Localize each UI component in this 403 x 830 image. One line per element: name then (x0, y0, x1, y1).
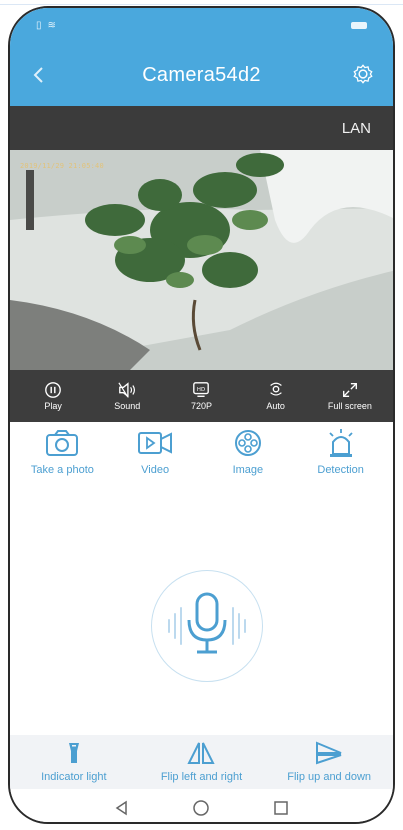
flip-up-down-label: Flip up and down (287, 771, 372, 783)
indicator-light-button[interactable]: Indicator light (14, 741, 134, 783)
nav-recents-button[interactable] (266, 793, 296, 823)
auto-button[interactable]: Auto (241, 381, 311, 411)
flip-left-right-button[interactable]: Flip left and right (141, 741, 261, 783)
back-button[interactable] (24, 60, 54, 90)
fullscreen-button[interactable]: Full screen (315, 381, 385, 411)
indicator-light-label: Indicator light (41, 771, 107, 783)
bottom-tools: Indicator light Flip left and right Flip… (10, 735, 393, 789)
app-header-area: ▯ ≋ Camera54d2 (10, 8, 393, 106)
connection-bar: LAN (10, 106, 393, 150)
header: Camera54d2 (10, 52, 393, 98)
resolution-label: 720P (190, 401, 212, 411)
microphone-icon (168, 592, 246, 654)
flip-horizontal-icon (187, 742, 216, 764)
nav-back-button[interactable] (107, 793, 137, 823)
auto-mode-icon (269, 382, 282, 396)
svg-text:HD: HD (197, 387, 205, 393)
flashlight-icon (68, 743, 79, 763)
connection-label: LAN (341, 119, 371, 137)
top-edge-line (0, 4, 403, 5)
video-timestamp: 2019/11/29 21:05:40 (20, 162, 104, 170)
settings-button[interactable] (347, 58, 379, 90)
status-bar: ▯ ≋ (10, 8, 393, 42)
video-frame-image (10, 150, 393, 370)
status-left: ▯ ≋ (36, 20, 56, 31)
battery-icon (351, 21, 367, 29)
speaker-muted-icon (118, 382, 136, 398)
sound-label: Sound (114, 401, 141, 411)
expand-icon (342, 383, 357, 397)
image-button[interactable]: Image (206, 428, 290, 498)
chevron-left-icon (33, 67, 43, 83)
status-right (351, 21, 367, 29)
wifi-icon: ≋ (47, 19, 56, 31)
flip-vertical-icon (316, 741, 342, 765)
alarm-light-icon (328, 429, 353, 457)
gear-icon (353, 64, 373, 84)
flip-left-right-label: Flip left and right (160, 771, 243, 783)
triangle-back-icon (115, 800, 127, 815)
detection-button[interactable]: Detection (299, 428, 383, 498)
page-title: Camera54d2 (142, 63, 261, 86)
nav-home-button[interactable] (186, 793, 216, 823)
camera-icon (46, 430, 79, 456)
fullscreen-label: Full screen (327, 401, 372, 411)
take-photo-label: Take a photo (30, 464, 94, 476)
camera-video-feed[interactable]: 2019/11/29 21:05:40 (10, 150, 393, 370)
film-reel-icon (234, 430, 261, 456)
take-photo-button[interactable]: Take a photo (20, 428, 104, 498)
circle-home-icon (193, 799, 210, 816)
video-icon (138, 432, 173, 454)
image-label: Image (232, 464, 264, 476)
feature-row: Take a photo Video Image Detection (10, 428, 393, 498)
hd-icon: HD (193, 382, 210, 397)
video-label: Video (141, 464, 170, 476)
square-recents-icon (274, 800, 288, 815)
android-navigation-bar (10, 789, 393, 823)
video-button[interactable]: Video (113, 428, 197, 498)
flip-up-down-button[interactable]: Flip up and down (269, 741, 389, 783)
play-label: Play (44, 401, 62, 411)
talk-button[interactable] (151, 570, 263, 682)
phone-frame: ▯ ≋ Camera54d2 LAN 2019/11/29 21:05:40 P… (8, 6, 395, 824)
resolution-button[interactable]: HD 720P (166, 381, 236, 411)
pause-circle-icon (45, 382, 61, 398)
player-controls: Play Sound HD 720P Auto Full screen (10, 370, 393, 422)
play-button[interactable]: Play (18, 381, 88, 411)
sound-button[interactable]: Sound (92, 381, 162, 411)
auto-label: Auto (266, 401, 285, 411)
sim-icon: ▯ (36, 19, 42, 31)
detection-label: Detection (317, 464, 364, 476)
